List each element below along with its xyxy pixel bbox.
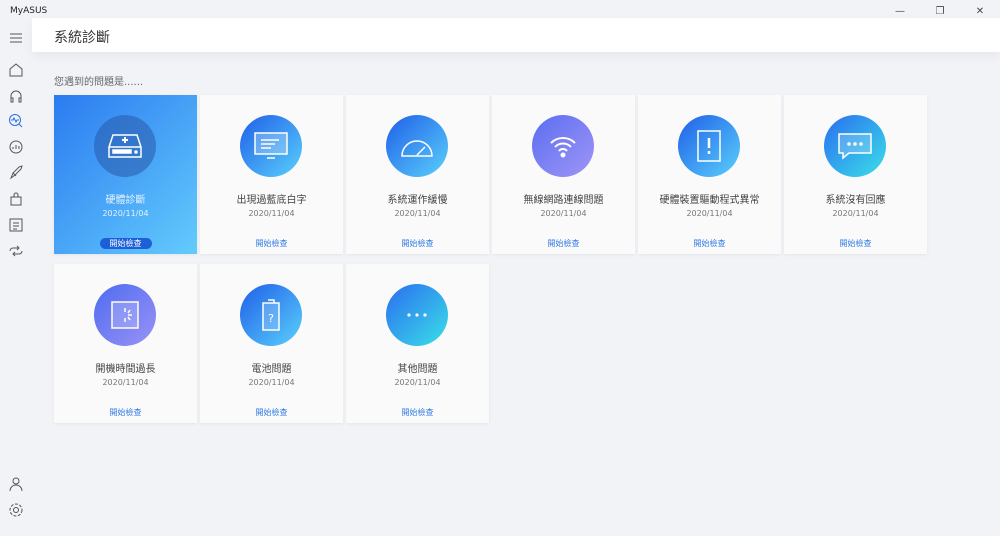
start-check-button[interactable]: 開始檢查 bbox=[548, 239, 580, 248]
more-icon bbox=[386, 284, 448, 346]
start-check-button[interactable]: 開始檢查 bbox=[99, 238, 152, 249]
problem-card[interactable]: 硬體診斷 2020/11/04 開始檢查 bbox=[54, 95, 197, 254]
question-label: 您遇到的問題是...... bbox=[54, 77, 144, 88]
user-icon[interactable] bbox=[6, 474, 26, 494]
problem-card[interactable]: 開機時間過長 2020/11/04 開始檢查 bbox=[54, 264, 197, 423]
problem-card[interactable]: ? 電池問題 2020/11/04 開始檢查 bbox=[200, 264, 343, 423]
app-name: MyASUS bbox=[10, 6, 48, 16]
start-check-button[interactable]: 開始檢查 bbox=[402, 239, 434, 248]
store-bag-icon[interactable] bbox=[6, 189, 26, 209]
card-title: 其他問題 bbox=[397, 364, 438, 375]
svg-text:?: ? bbox=[268, 312, 274, 325]
news-icon[interactable] bbox=[6, 215, 26, 235]
link-icon[interactable] bbox=[6, 241, 26, 261]
card-date: 2020/11/04 bbox=[102, 209, 149, 218]
speedometer-icon bbox=[386, 115, 448, 177]
start-check-button[interactable]: 開始檢查 bbox=[402, 408, 434, 417]
start-check-button[interactable]: 開始檢查 bbox=[256, 408, 288, 417]
start-check-button[interactable]: 開始檢查 bbox=[840, 239, 872, 248]
hard-drive-icon bbox=[94, 115, 156, 177]
menu-icon[interactable] bbox=[6, 28, 26, 48]
card-date: 2020/11/04 bbox=[540, 209, 587, 218]
card-date: 2020/11/04 bbox=[686, 209, 733, 218]
card-date: 2020/11/04 bbox=[394, 378, 441, 387]
loading-screen-icon bbox=[94, 284, 156, 346]
start-check-button[interactable]: 開始檢查 bbox=[110, 408, 142, 417]
page-header: 系統診斷 bbox=[32, 18, 1000, 52]
card-date: 2020/11/04 bbox=[248, 209, 295, 218]
problem-card[interactable]: 硬體裝置驅動程式異常 2020/11/04 開始檢查 bbox=[638, 95, 781, 254]
problem-card[interactable]: 系統運作緩慢 2020/11/04 開始檢查 bbox=[346, 95, 489, 254]
problem-card[interactable]: 其他問題 2020/11/04 開始檢查 bbox=[346, 264, 489, 423]
problem-card[interactable]: 無線網路連線問題 2020/11/04 開始檢查 bbox=[492, 95, 635, 254]
card-title: 硬體診斷 bbox=[105, 195, 146, 206]
card-date: 2020/11/04 bbox=[102, 378, 149, 387]
chip-warning-icon bbox=[678, 115, 740, 177]
sidebar bbox=[0, 24, 32, 536]
page-title: 系統診斷 bbox=[54, 30, 110, 46]
card-title: 硬體裝置驅動程式異常 bbox=[659, 195, 760, 206]
battery-icon: ? bbox=[240, 284, 302, 346]
wifi-icon bbox=[532, 115, 594, 177]
message-icon bbox=[824, 115, 886, 177]
gear-icon[interactable] bbox=[6, 500, 26, 520]
card-title: 系統運作緩慢 bbox=[387, 195, 448, 206]
headset-icon[interactable] bbox=[6, 86, 26, 106]
card-title: 無線網路連線問題 bbox=[523, 195, 604, 206]
card-title: 開機時間過長 bbox=[95, 364, 156, 375]
rocket-icon[interactable] bbox=[6, 163, 26, 183]
card-title: 出現過藍底白字 bbox=[236, 195, 307, 206]
card-title: 系統沒有回應 bbox=[825, 195, 886, 206]
problem-card[interactable]: 系統沒有回應 2020/11/04 開始檢查 bbox=[784, 95, 927, 254]
diagnosis-icon[interactable] bbox=[6, 111, 26, 131]
home-icon[interactable] bbox=[6, 60, 26, 80]
card-date: 2020/11/04 bbox=[832, 209, 879, 218]
card-title: 電池問題 bbox=[251, 364, 292, 375]
start-check-button[interactable]: 開始檢查 bbox=[694, 239, 726, 248]
monitor-icon bbox=[240, 115, 302, 177]
card-date: 2020/11/04 bbox=[248, 378, 295, 387]
card-date: 2020/11/04 bbox=[394, 209, 441, 218]
system-analysis-icon[interactable] bbox=[6, 137, 26, 157]
start-check-button[interactable]: 開始檢查 bbox=[256, 239, 288, 248]
problem-card[interactable]: 出現過藍底白字 2020/11/04 開始檢查 bbox=[200, 95, 343, 254]
